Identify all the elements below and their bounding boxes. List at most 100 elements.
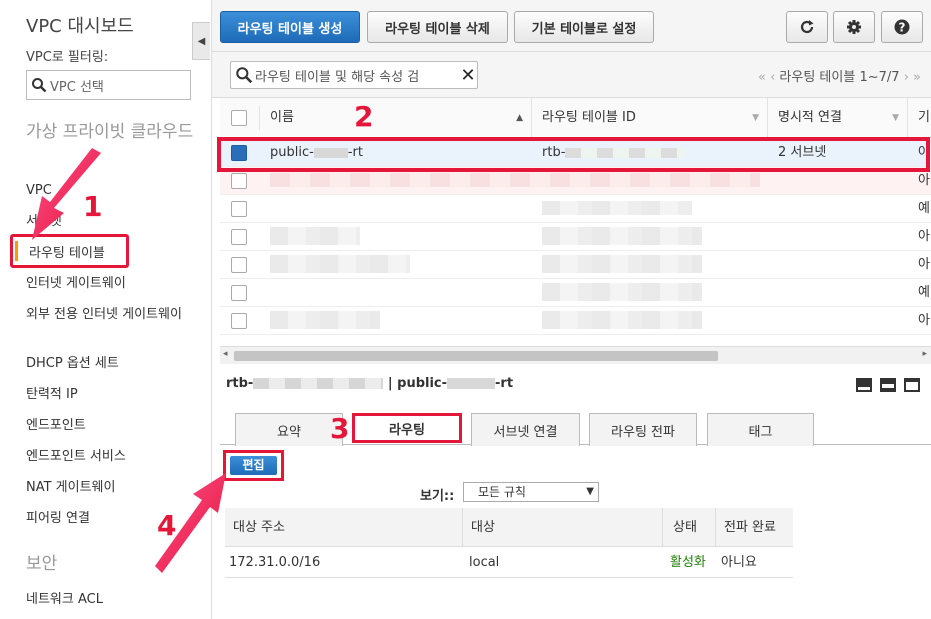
- horizontal-scrollbar[interactable]: ◂ ▸: [220, 346, 931, 364]
- select-all-checkbox[interactable]: [231, 110, 247, 126]
- row-checkbox[interactable]: [231, 313, 247, 329]
- edit-button-label: 편집: [230, 456, 277, 475]
- sidebar-item-egress-only-igw[interactable]: 외부 전용 인터넷 게이트웨이: [26, 306, 196, 324]
- row-checkbox[interactable]: [231, 257, 247, 273]
- clear-search-icon[interactable]: ✕: [459, 65, 477, 86]
- collapse-sidebar-button[interactable]: ◀: [192, 22, 210, 60]
- col-propagated-header: 전파 완료: [716, 508, 793, 547]
- pagination: « ‹ 라우팅 테이블 1~7/7 › »: [758, 66, 921, 85]
- row-checkbox[interactable]: [231, 285, 247, 301]
- row-explicit: 2 서브넷: [778, 145, 827, 160]
- table-row[interactable]: 아: [220, 223, 931, 251]
- annotation-4: 4: [157, 509, 177, 542]
- search-placeholder: 라우팅 테이블 및 해당 속성 검: [255, 69, 420, 85]
- row-id: rtb-: [542, 139, 686, 167]
- annotation-3: 3: [330, 412, 350, 445]
- settings-button[interactable]: [833, 11, 875, 43]
- tab-tags[interactable]: 태그: [707, 413, 814, 446]
- row-checkbox[interactable]: [231, 173, 247, 189]
- delete-route-table-button[interactable]: 라우팅 테이블 삭제: [367, 11, 508, 43]
- row-name: public- -rt: [270, 145, 363, 160]
- tab-summary[interactable]: 요약: [235, 413, 343, 446]
- table-row[interactable]: 아: [220, 167, 931, 195]
- layout-bottom-icon[interactable]: [856, 378, 872, 392]
- help-icon: ?: [894, 19, 910, 35]
- table-row[interactable]: 예: [220, 195, 931, 223]
- next-page-icon[interactable]: ›: [904, 70, 909, 85]
- sidebar-item-endpoints[interactable]: 엔드포인트: [26, 417, 196, 435]
- sidebar-item-subnets[interactable]: 서브넷: [26, 213, 196, 231]
- scroll-thumb[interactable]: [234, 351, 718, 361]
- detail-tabs: 요약 라우팅 서브넷 연결 라우팅 전파 태그: [220, 411, 931, 446]
- chevron-down-icon: ▼: [586, 486, 594, 497]
- row-checkbox[interactable]: [231, 201, 247, 217]
- col-id-header[interactable]: 라우팅 테이블 ID ▼: [532, 98, 768, 138]
- annotation-1: 1: [83, 190, 103, 223]
- sidebar-item-vpc[interactable]: VPC: [26, 182, 196, 200]
- row-main: 아: [918, 313, 930, 328]
- sidebar-item-network-acl[interactable]: 네트워크 ACL: [26, 591, 196, 609]
- route-propagated: 아니요: [716, 548, 793, 578]
- tab-subnet-associations[interactable]: 서브넷 연결: [471, 413, 580, 446]
- help-button[interactable]: ?: [881, 11, 923, 43]
- section-security: 보안: [26, 554, 58, 574]
- col-destination-header: 대상 주소: [225, 508, 463, 547]
- vpc-filter-select[interactable]: VPC 선택: [26, 70, 191, 100]
- search-icon: [236, 67, 253, 84]
- vpc-filter-placeholder: VPC 선택: [50, 79, 104, 95]
- row-checkbox[interactable]: [231, 229, 247, 245]
- first-page-icon[interactable]: «: [758, 70, 766, 85]
- scroll-left-icon[interactable]: ◂: [223, 349, 228, 359]
- edit-routes-button[interactable]: 편집: [223, 450, 284, 481]
- col-explicit-header[interactable]: 명시적 연결 ▼: [768, 98, 908, 138]
- sort-icon: ▼: [752, 113, 759, 123]
- row-checkbox-checked[interactable]: [231, 145, 247, 161]
- table-row[interactable]: 예: [220, 279, 931, 307]
- table-header: 이름 ▲ 라우팅 테이블 ID ▼ 명시적 연결 ▼ 기: [220, 98, 931, 138]
- gear-icon: [847, 20, 861, 34]
- scroll-right-icon[interactable]: ▸: [922, 349, 927, 359]
- sidebar-item-internet-gateways[interactable]: 인터넷 게이트웨이: [26, 275, 196, 293]
- prev-page-icon[interactable]: ‹: [770, 70, 775, 85]
- search-icon: [32, 78, 47, 93]
- row-main: 예: [918, 285, 930, 300]
- view-filter-select[interactable]: 모든 규칙 ▼: [463, 482, 599, 502]
- sidebar-item-dhcp[interactable]: DHCP 옵션 세트: [26, 355, 196, 373]
- set-main-table-button[interactable]: 기본 테이블로 설정: [514, 11, 654, 43]
- refresh-icon: [800, 20, 814, 34]
- layout-toggle-group: [856, 378, 920, 392]
- filter-label: VPC로 필터링:: [26, 50, 109, 65]
- table-row-selected[interactable]: public- -rt rtb- 2 서브넷 아: [220, 139, 931, 167]
- layout-split-icon[interactable]: [880, 378, 896, 392]
- search-row: 라우팅 테이블 및 해당 속성 검 ✕ « ‹ 라우팅 테이블 1~7/7 › …: [212, 52, 931, 98]
- row-main: 아: [918, 145, 930, 160]
- route-table-search-input[interactable]: 라우팅 테이블 및 해당 속성 검 ✕: [230, 61, 478, 89]
- last-page-icon[interactable]: »: [913, 70, 921, 85]
- refresh-button[interactable]: [786, 11, 828, 43]
- col-main-header[interactable]: 기: [908, 98, 931, 138]
- sort-asc-icon: ▲: [516, 113, 523, 123]
- col-target-header: 대상: [463, 508, 663, 547]
- view-label: 보기::: [420, 489, 455, 504]
- svg-text:?: ?: [899, 21, 906, 35]
- sidebar-item-nat-gateways[interactable]: NAT 게이트웨이: [26, 479, 196, 497]
- sidebar-title[interactable]: VPC 대시보드: [26, 12, 134, 38]
- chevron-left-icon: ◀: [197, 35, 206, 47]
- sidebar: VPC 대시보드 VPC로 필터링: VPC 선택 가상 프라이빗 클라우드 V…: [0, 0, 212, 619]
- sidebar-item-endpoint-services[interactable]: 엔드포인트 서비스: [26, 448, 196, 466]
- col-name-header[interactable]: 이름 ▲: [260, 98, 532, 138]
- row-main: 아: [918, 257, 930, 272]
- create-route-table-button[interactable]: 라우팅 테이블 생성: [220, 11, 360, 43]
- route-target: local: [463, 548, 663, 578]
- sidebar-item-elastic-ip[interactable]: 탄력적 IP: [26, 386, 196, 404]
- pager-text: 라우팅 테이블 1~7/7: [779, 70, 900, 85]
- route-status: 활성화: [663, 548, 716, 578]
- table-row[interactable]: 아: [220, 307, 931, 335]
- table-row[interactable]: 아: [220, 251, 931, 279]
- row-main: 예: [918, 201, 930, 216]
- tab-routes[interactable]: 라우팅: [352, 413, 462, 443]
- layout-top-icon[interactable]: [904, 378, 920, 392]
- tab-route-propagation[interactable]: 라우팅 전파: [589, 413, 697, 446]
- sidebar-item-route-tables[interactable]: 라우팅 테이블: [10, 234, 129, 268]
- row-main: 아: [918, 229, 930, 244]
